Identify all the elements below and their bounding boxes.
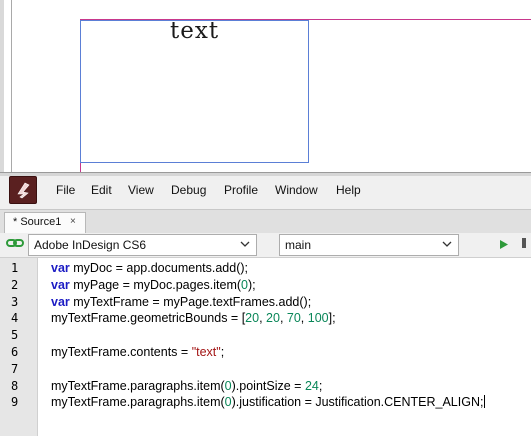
code-token: myTextFrame.geometricBounds = [	[51, 311, 246, 326]
menu-bar: File Edit View Debug Profile Window Help	[0, 176, 531, 209]
code-line: myTextFrame.paragraphs.item(0).justifica…	[51, 395, 486, 410]
code-token: );	[247, 277, 256, 292]
estk-app-icon[interactable]	[9, 176, 37, 204]
code-token: 70	[286, 311, 301, 326]
tab-label: * Source1	[13, 216, 62, 228]
code-token: myTextFrame.contents =	[51, 345, 192, 359]
code-token: var	[51, 261, 70, 275]
code-token: myPage = myDoc.pages.item(	[69, 277, 242, 292]
chevron-down-icon	[442, 241, 452, 247]
code-line: var myDoc = app.documents.add();	[51, 261, 248, 275]
code-token: myTextFrame.paragraphs.item(	[51, 395, 225, 410]
play-icon[interactable]	[499, 239, 509, 250]
menu-view[interactable]: View	[128, 183, 154, 197]
code-token: var	[51, 277, 70, 292]
menu-debug[interactable]: Debug	[171, 183, 206, 197]
code-line: var myPage = myDoc.pages.item(0);	[51, 278, 256, 292]
line-number-gutter: 1 2 3 4 5 6 7 8 9	[0, 258, 38, 436]
code-token: 20	[245, 311, 260, 326]
menu-file[interactable]: File	[56, 183, 75, 197]
document-tab-bar: * Source1 ×	[0, 209, 531, 235]
target-application-value: Adobe InDesign CS6	[34, 238, 147, 252]
chevron-down-icon	[240, 241, 250, 247]
code-token: 20	[266, 311, 280, 326]
indesign-document-area: text	[0, 0, 531, 172]
text-frame-content: text	[170, 18, 220, 44]
code-token: ];	[328, 311, 336, 326]
code-token: var	[51, 294, 70, 309]
menu-window[interactable]: Window	[275, 183, 318, 197]
page-edge-line	[11, 0, 12, 172]
line-number: 2	[11, 277, 19, 292]
engine-value: main	[285, 238, 312, 252]
line-number: 5	[11, 328, 19, 343]
stop-icon[interactable]	[522, 238, 526, 248]
engine-select[interactable]: main	[279, 234, 459, 256]
menu-edit[interactable]: Edit	[91, 183, 112, 197]
code-token: myTextFrame.paragraphs.item(	[51, 378, 225, 393]
line-number: 8	[11, 378, 19, 393]
code-token: 0	[224, 378, 232, 393]
code-token: myDoc = app.documents.add();	[69, 261, 248, 275]
line-number: 1	[11, 261, 19, 275]
code-token: myTextFrame = myPage.textFrames.add();	[69, 294, 312, 309]
code-token: 100	[307, 311, 329, 326]
code-token: 24	[304, 378, 319, 393]
target-application-select[interactable]: Adobe InDesign CS6	[28, 234, 257, 256]
line-number: 9	[11, 395, 19, 410]
code-token: ,	[259, 311, 267, 326]
code-token: "text"	[191, 345, 221, 359]
menu-help[interactable]: Help	[336, 183, 361, 197]
code-token: ,	[279, 311, 287, 326]
extendscript-toolkit-window: File Edit View Debug Profile Window Help…	[0, 172, 531, 436]
link-icon[interactable]	[6, 237, 24, 249]
code-line: myTextFrame.geometricBounds = [20, 20, 7…	[51, 311, 336, 325]
code-token: ;	[318, 378, 323, 393]
code-editor[interactable]: 1 2 3 4 5 6 7 8 9 var myDoc = app.documents.add(…	[0, 258, 531, 436]
code-token: ,	[300, 311, 308, 326]
code-token: 0	[241, 277, 248, 292]
editor-toolbar: Adobe InDesign CS6 main	[0, 233, 531, 258]
line-number: 4	[11, 311, 19, 326]
code-token: ;	[220, 345, 225, 359]
tab-source1[interactable]: * Source1 ×	[4, 212, 86, 233]
line-number: 3	[11, 294, 19, 309]
code-token: ).justification = Justification.CENTER_A…	[231, 395, 484, 410]
pasteboard-edge	[0, 0, 4, 172]
code-line: var myTextFrame = myPage.textFrames.add(…	[51, 295, 311, 309]
code-line: myTextFrame.paragraphs.item(0).pointSize…	[51, 379, 322, 393]
code-line: myTextFrame.contents = "text";	[51, 345, 224, 359]
line-number: 6	[11, 345, 19, 359]
close-icon[interactable]: ×	[70, 216, 76, 227]
menu-profile[interactable]: Profile	[224, 183, 258, 197]
line-number: 7	[11, 361, 19, 376]
code-token: 0	[224, 395, 232, 410]
code-token: ).pointSize =	[231, 378, 305, 393]
text-caret	[484, 395, 486, 409]
